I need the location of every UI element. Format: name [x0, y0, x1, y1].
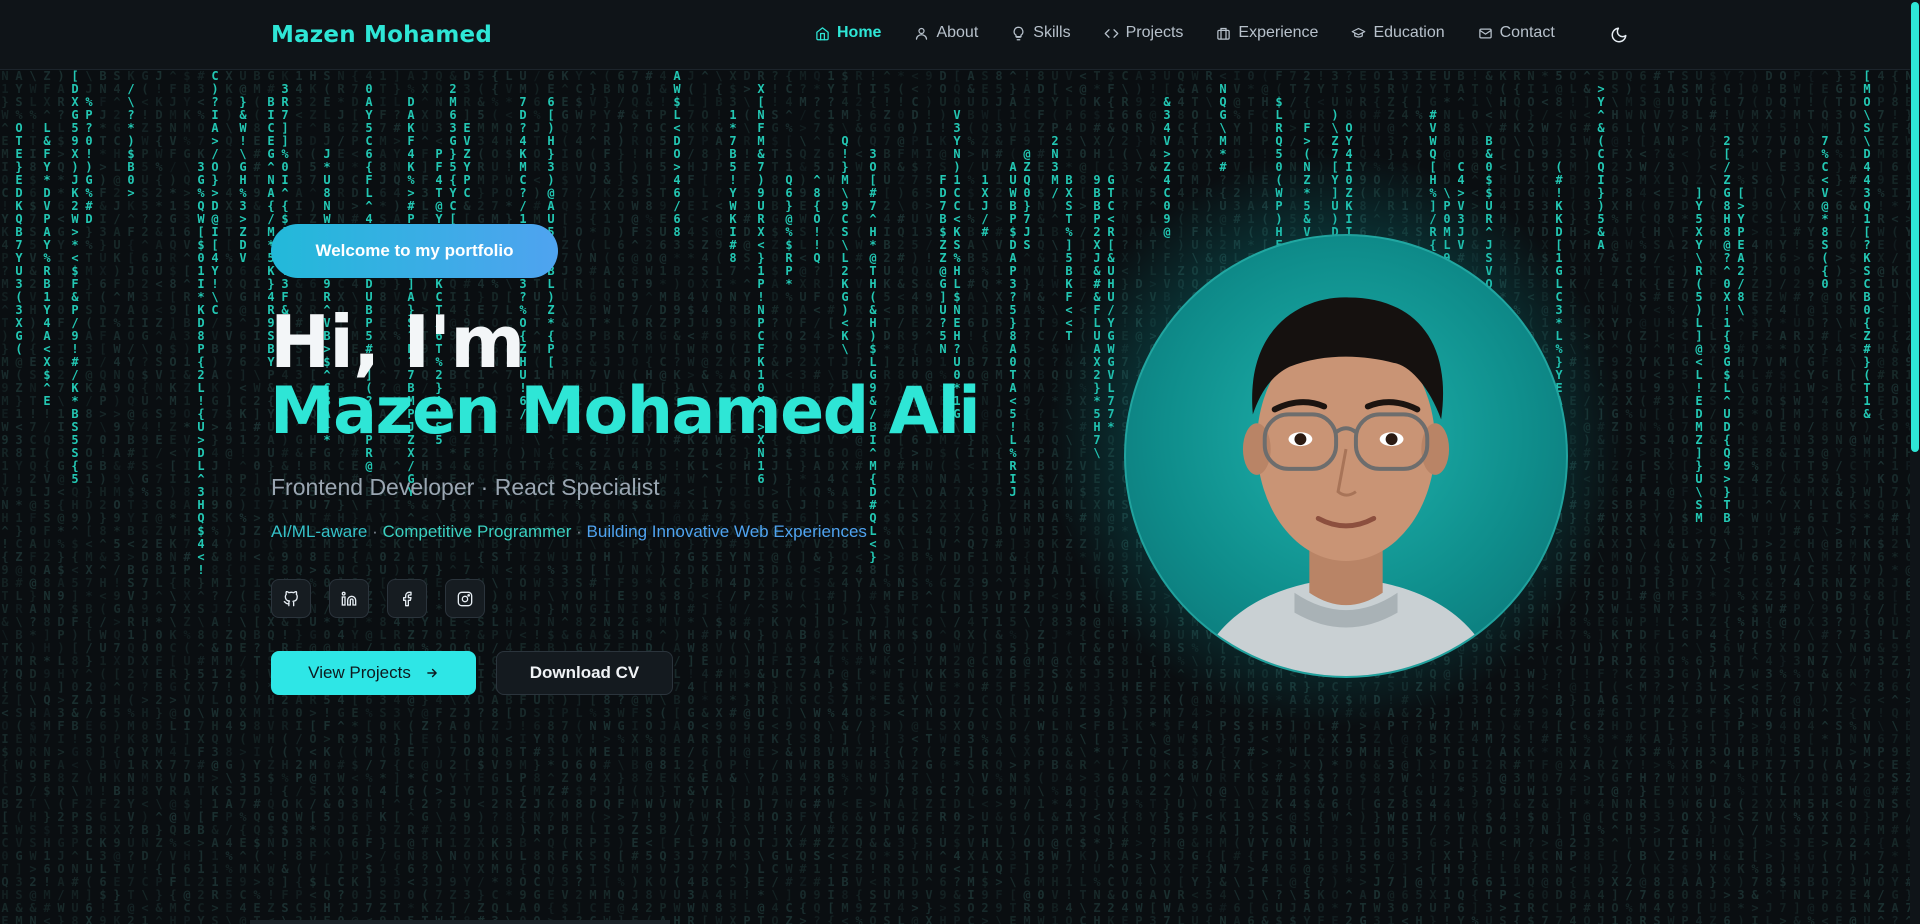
nav-item-label: Projects — [1125, 24, 1184, 41]
nav-item-education[interactable]: Education — [1351, 24, 1445, 42]
mail-icon — [1478, 28, 1492, 38]
nav-item-contact[interactable]: Contact — [1478, 24, 1555, 42]
instagram-icon — [457, 591, 473, 606]
briefcase-icon — [1217, 27, 1231, 40]
tagline-part-web: Building Innovative Web Experiences — [586, 522, 867, 541]
nav-item-home[interactable]: Home — [815, 24, 881, 42]
linkedin-icon — [341, 591, 357, 606]
tagline-separator: · — [571, 522, 587, 541]
lightbulb-icon — [1013, 26, 1024, 40]
github-icon — [283, 590, 298, 606]
nav-item-experience[interactable]: Experience — [1216, 24, 1318, 42]
instagram-link[interactable] — [445, 579, 485, 618]
tagline: AI/ML-aware · Competitive Programmer · B… — [271, 522, 867, 542]
scrollbar[interactable] — [1910, 0, 1920, 924]
nav-item-about[interactable]: About — [914, 24, 978, 42]
graduation-cap-icon — [1352, 27, 1366, 38]
facebook-icon — [403, 591, 412, 606]
nav-item-skills[interactable]: Skills — [1011, 24, 1071, 42]
view-projects-label: View Projects — [308, 663, 411, 682]
nav-item-label: Home — [837, 24, 882, 41]
home-icon — [816, 26, 829, 40]
social-links — [271, 579, 485, 618]
scrollbar-thumb[interactable] — [1911, 2, 1919, 452]
welcome-badge: Welcome to my portfolio — [271, 224, 558, 278]
code-icon — [1104, 28, 1118, 38]
arrow-right-icon — [427, 668, 437, 678]
facebook-link[interactable] — [387, 579, 427, 618]
linkedin-link[interactable] — [329, 579, 369, 618]
tagline-separator: · — [367, 522, 383, 541]
role-subtitle: Frontend Developer · React Specialist — [271, 474, 660, 500]
hero-section: Welcome to my portfolio Hi, I'm Mazen Mo… — [0, 0, 1920, 924]
user-icon — [916, 27, 928, 40]
moon-icon[interactable] — [1610, 26, 1628, 44]
nav-item-label: Contact — [1499, 24, 1555, 41]
horizontal-scroll-indicator — [250, 920, 670, 924]
nav-item-label: Skills — [1033, 24, 1071, 41]
view-projects-button[interactable]: View Projects — [271, 651, 476, 695]
brand-logo[interactable]: Mazen Mohamed — [271, 22, 492, 48]
nav-item-label: Experience — [1238, 24, 1319, 41]
github-link[interactable] — [271, 579, 311, 618]
tagline-part-ai: AI/ML-aware — [271, 522, 368, 541]
download-cv-button[interactable]: Download CV — [496, 651, 673, 695]
main-nav: Home About Skills Projects Experience Ed… — [815, 24, 1588, 42]
navbar: Mazen Mohamed Home About Skills Projects… — [0, 0, 1920, 70]
nav-item-label: Education — [1373, 24, 1445, 41]
name-heading: Mazen Mohamed Ali — [270, 374, 981, 449]
nav-item-label: About — [936, 24, 979, 41]
page-root: N 1} W ^ E M I 0 C! Y K 4 P? M S ^ T)} M W 9 M E W 9 R 1] Y N H ^!{9 B… — [0, 0, 1920, 924]
nav-item-projects[interactable]: Projects — [1104, 24, 1184, 42]
tagline-part-cp: Competitive Programmer — [382, 522, 572, 541]
